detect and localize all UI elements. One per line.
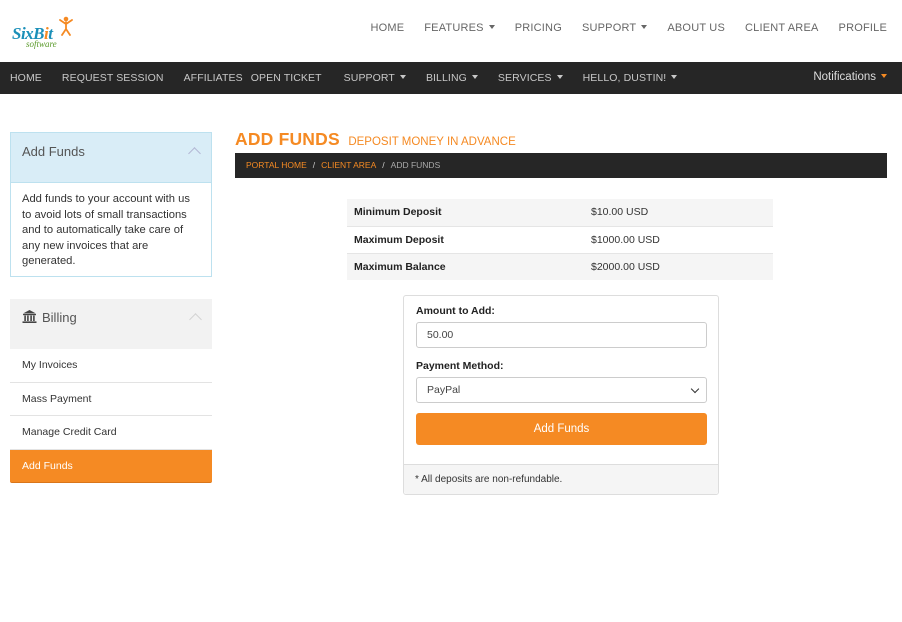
add-funds-info-panel: Add Funds Add funds to your account with…	[10, 132, 212, 277]
page-title: ADD FUNDS DEPOSIT MONEY IN ADVANCE	[235, 129, 516, 150]
breadcrumb: PORTAL HOME / CLIENT AREA / ADD FUNDS	[235, 153, 887, 178]
caret-down-icon	[556, 75, 563, 80]
top-nav: HOME FEATURES PRICING SUPPORT ABOUT US C…	[350, 22, 887, 34]
chevron-up-icon[interactable]	[188, 147, 201, 160]
nav-services[interactable]: SERVICES	[488, 72, 573, 84]
nav-user-label: HELLO, DUSTIN!	[582, 72, 667, 84]
top-nav-profile[interactable]: PROFILE	[839, 22, 887, 34]
caret-down-icon	[671, 75, 678, 80]
top-nav-features[interactable]: FEATURES	[424, 22, 495, 34]
top-nav-support-label: SUPPORT	[581, 22, 637, 34]
limit-label: Maximum Balance	[347, 252, 584, 280]
sidebar-item-add-funds[interactable]: Add Funds	[10, 449, 212, 483]
payment-method-value: PayPal	[427, 384, 461, 396]
chevron-down-icon	[690, 384, 700, 394]
amount-input[interactable]: 50.00	[416, 322, 707, 348]
amount-label: Amount to Add:	[416, 305, 495, 317]
logo-tagline: software	[26, 39, 57, 49]
bank-icon	[22, 310, 37, 323]
logo-figure-icon	[59, 16, 73, 36]
deposit-limits-table: Minimum Deposit $10.00 USD Maximum Depos…	[347, 199, 773, 280]
sixbit-logo[interactable]: SixBit software	[12, 16, 74, 50]
limit-value: $10.00 USD	[584, 199, 773, 226]
info-panel-text: Add funds to your account with us to avo…	[22, 193, 190, 267]
nav-home[interactable]: HOME	[0, 72, 52, 84]
top-nav-client-area[interactable]: CLIENT AREA	[745, 22, 819, 34]
add-funds-button[interactable]: Add Funds	[416, 413, 707, 445]
sidebar-item-manage-credit-card[interactable]: Manage Credit Card	[10, 416, 212, 450]
payment-method-select[interactable]: PayPal	[416, 377, 707, 403]
top-nav-about[interactable]: ABOUT US	[667, 22, 725, 34]
limit-label: Maximum Deposit	[347, 225, 584, 253]
breadcrumb-separator: /	[382, 160, 385, 170]
nav-support-label: SUPPORT	[343, 72, 395, 84]
sidebar-item-my-invoices[interactable]: My Invoices	[10, 349, 212, 383]
nav-support[interactable]: SUPPORT	[334, 72, 416, 84]
page-title-main: ADD FUNDS	[235, 129, 340, 149]
limit-value: $1000.00 USD	[584, 225, 773, 253]
billing-panel-title: Billing	[42, 310, 77, 325]
caret-down-icon	[881, 73, 887, 78]
table-row: Minimum Deposit $10.00 USD	[347, 199, 773, 226]
caret-down-icon	[641, 25, 648, 30]
notifications-label: Notifications	[813, 71, 876, 83]
notifications-menu[interactable]: Notifications	[813, 71, 887, 83]
payment-method-label: Payment Method:	[416, 360, 504, 372]
table-row: Maximum Balance $2000.00 USD	[347, 252, 773, 280]
breadcrumb-current: ADD FUNDS	[390, 160, 441, 170]
non-refundable-note: * All deposits are non-refundable.	[404, 464, 718, 494]
nav-user-menu[interactable]: HELLO, DUSTIN!	[573, 72, 688, 84]
breadcrumb-portal-home[interactable]: PORTAL HOME	[246, 160, 307, 170]
caret-down-icon	[471, 75, 478, 80]
sidebar-item-mass-payment[interactable]: Mass Payment	[10, 383, 212, 416]
limit-value: $2000.00 USD	[584, 252, 773, 280]
caret-down-icon	[488, 25, 495, 30]
table-row: Maximum Deposit $1000.00 USD	[347, 225, 773, 253]
nav-billing-label: BILLING	[425, 72, 467, 84]
top-header: SixBit software HOME FEATURES PRICING SU…	[0, 0, 902, 62]
nav-services-label: SERVICES	[497, 72, 552, 84]
nav-request-session[interactable]: REQUEST SESSION	[52, 72, 174, 84]
breadcrumb-separator: /	[312, 160, 316, 170]
billing-panel-header[interactable]: Billing	[10, 299, 212, 349]
breadcrumb-client-area[interactable]: CLIENT AREA	[321, 160, 376, 170]
top-nav-pricing[interactable]: PRICING	[515, 22, 562, 34]
chevron-up-icon[interactable]	[189, 313, 202, 326]
billing-panel: Billing My Invoices Mass Payment Manage …	[10, 299, 212, 484]
info-panel-header[interactable]: Add Funds	[11, 133, 211, 183]
caret-down-icon	[399, 75, 406, 80]
top-nav-features-label: FEATURES	[424, 22, 484, 34]
add-funds-form: Amount to Add: 50.00 Payment Method: Pay…	[403, 295, 719, 495]
nav-affiliates[interactable]: AFFILIATES	[174, 72, 247, 84]
top-nav-home[interactable]: HOME	[370, 22, 404, 34]
nav-billing[interactable]: BILLING	[416, 72, 488, 84]
page-title-sub: DEPOSIT MONEY IN ADVANCE	[348, 136, 516, 148]
nav-open-ticket[interactable]: OPEN TICKET	[247, 72, 332, 84]
main-nav-bar: HOME REQUEST SESSION AFFILIATES OPEN TIC…	[0, 62, 902, 94]
top-nav-support[interactable]: SUPPORT	[581, 22, 648, 34]
limit-label: Minimum Deposit	[347, 199, 584, 226]
info-panel-title: Add Funds	[22, 144, 85, 159]
